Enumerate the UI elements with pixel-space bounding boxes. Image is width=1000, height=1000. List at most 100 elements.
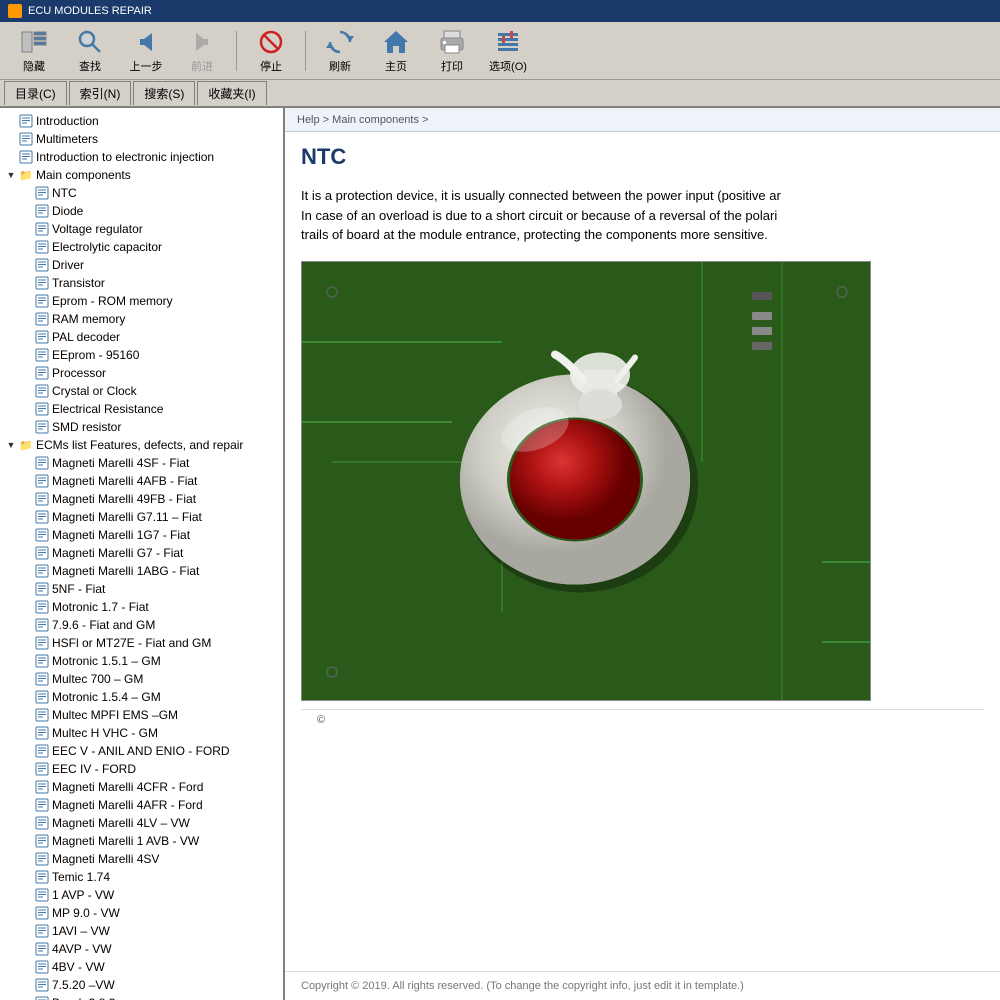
- tree-item-mm-1avb-vw[interactable]: Magneti Marelli 1 AVB - VW: [0, 832, 283, 850]
- doc-icon-pal-decoder: [34, 330, 50, 344]
- tree-label-voltage-regulator: Voltage regulator: [52, 222, 143, 236]
- tree-item-7520-vw[interactable]: 7.5.20 –VW: [0, 976, 283, 994]
- tree-label-electrical-resistance: Electrical Resistance: [52, 402, 163, 416]
- doc-icon-mm-1avb-vw: [34, 834, 50, 848]
- tree-item-bosch-383[interactable]: Bosch 3.8.3: [0, 994, 283, 1000]
- tree-item-intro-electronic[interactable]: Introduction to electronic injection: [0, 148, 283, 166]
- tree-item-temic-174[interactable]: Temic 1.74: [0, 868, 283, 886]
- forward-button[interactable]: 前进: [176, 26, 228, 76]
- doc-icon-4avp-vw: [34, 942, 50, 956]
- ntc-image: [301, 261, 871, 701]
- tree-item-electrolytic-capacitor[interactable]: Electrolytic capacitor: [0, 238, 283, 256]
- tab-bookmarks[interactable]: 收藏夹(I): [197, 81, 266, 105]
- tree-item-electrical-resistance[interactable]: Electrical Resistance: [0, 400, 283, 418]
- hide-icon: [20, 28, 48, 56]
- refresh-button[interactable]: 刷新: [314, 26, 366, 76]
- tree-item-diode[interactable]: Diode: [0, 202, 283, 220]
- tree-item-ntc[interactable]: NTC: [0, 184, 283, 202]
- tab-toc[interactable]: 目录(C): [4, 81, 67, 105]
- doc-icon-ntc: [34, 186, 50, 200]
- tree-item-multec-mpfi-gm[interactable]: Multec MPFI EMS –GM: [0, 706, 283, 724]
- doc-icon-driver: [34, 258, 50, 272]
- hide-button[interactable]: 隐藏: [8, 26, 60, 76]
- tab-search-label: 搜索(S): [144, 85, 184, 102]
- tab-index[interactable]: 索引(N): [69, 81, 132, 105]
- doc-icon-mm-4lv-vw: [34, 816, 50, 830]
- tree-item-1avi-vw[interactable]: 1AVI – VW: [0, 922, 283, 940]
- tree-label-796-fiat-gm: 7.9.6 - Fiat and GM: [52, 618, 155, 632]
- tree-item-796-fiat-gm[interactable]: 7.9.6 - Fiat and GM: [0, 616, 283, 634]
- tree-item-mm-4afb-fiat[interactable]: Magneti Marelli 4AFB - Fiat: [0, 472, 283, 490]
- tree-item-ram-memory[interactable]: RAM memory: [0, 310, 283, 328]
- find-button[interactable]: 查找: [64, 26, 116, 76]
- tree-item-motronic-154-gm[interactable]: Motronic 1.5.4 – GM: [0, 688, 283, 706]
- doc-icon-transistor: [34, 276, 50, 290]
- tree-item-main-components[interactable]: ▼📁Main components: [0, 166, 283, 184]
- tree-item-multimeters[interactable]: Multimeters: [0, 130, 283, 148]
- tree-item-smd-resistor[interactable]: SMD resistor: [0, 418, 283, 436]
- left-panel: Introduction Multimeters Introduction to…: [0, 108, 285, 1000]
- tree-item-5nf-fiat[interactable]: 5NF - Fiat: [0, 580, 283, 598]
- tree-item-mm-4sv[interactable]: Magneti Marelli 4SV: [0, 850, 283, 868]
- tree-label-main-components: Main components: [36, 168, 131, 182]
- expander-main-components[interactable]: ▼: [4, 168, 18, 182]
- tree-item-motronic-151-gm[interactable]: Motronic 1.5.1 – GM: [0, 652, 283, 670]
- toolbar: 隐藏 查找 上一步 前进: [0, 22, 1000, 80]
- tree-item-mm-4cfr-ford[interactable]: Magneti Marelli 4CFR - Ford: [0, 778, 283, 796]
- tree-container[interactable]: Introduction Multimeters Introduction to…: [0, 108, 283, 1000]
- page-title: NTC: [301, 144, 984, 174]
- tree-item-multec-700-gm[interactable]: Multec 700 – GM: [0, 670, 283, 688]
- tree-item-mm-1abg-fiat[interactable]: Magneti Marelli 1ABG - Fiat: [0, 562, 283, 580]
- tree-item-eec-iv-ford[interactable]: EEC IV - FORD: [0, 760, 283, 778]
- tree-label-mm-4lv-vw: Magneti Marelli 4LV – VW: [52, 816, 190, 830]
- tree-item-mm-4sf-fiat[interactable]: Magneti Marelli 4SF - Fiat: [0, 454, 283, 472]
- tree-label-mm-g7-fiat: Magneti Marelli G7 - Fiat: [52, 546, 183, 560]
- tree-item-driver[interactable]: Driver: [0, 256, 283, 274]
- tree-item-4avp-vw[interactable]: 4AVP - VW: [0, 940, 283, 958]
- tree-label-4bv-vw: 4BV - VW: [52, 960, 105, 974]
- tree-label-ram-memory: RAM memory: [52, 312, 125, 326]
- tree-item-transistor[interactable]: Transistor: [0, 274, 283, 292]
- tree-item-mm-4afr-ford[interactable]: Magneti Marelli 4AFR - Ford: [0, 796, 283, 814]
- doc-icon-multimeters: [18, 132, 34, 146]
- tree-item-1avp-vw[interactable]: 1 AVP - VW: [0, 886, 283, 904]
- tree-item-pal-decoder[interactable]: PAL decoder: [0, 328, 283, 346]
- tree-item-mp-90-vw[interactable]: MP 9.0 - VW: [0, 904, 283, 922]
- tree-item-eec-v-ford[interactable]: EEC V - ANIL AND ENIO - FORD: [0, 742, 283, 760]
- stop-button[interactable]: 停止: [245, 26, 297, 76]
- tree-item-motronic-17[interactable]: Motronic 1.7 - Fiat: [0, 598, 283, 616]
- back-button[interactable]: 上一步: [120, 26, 172, 76]
- tree-item-multec-h-vhc-gm[interactable]: Multec H VHC - GM: [0, 724, 283, 742]
- tree-item-mm-4lv-vw[interactable]: Magneti Marelli 4LV – VW: [0, 814, 283, 832]
- tree-item-hsfi-mt27e[interactable]: HSFl or MT27E - Fiat and GM: [0, 634, 283, 652]
- tree-label-eeprom: EEprom - 95160: [52, 348, 139, 362]
- footer: Copyright © 2019. All rights reserved. (…: [285, 971, 1000, 1000]
- tree-item-eprom[interactable]: Eprom - ROM memory: [0, 292, 283, 310]
- footer-text: Copyright © 2019. All rights reserved. (…: [301, 980, 744, 992]
- options-button[interactable]: 选项(O): [482, 26, 534, 76]
- tree-item-mm-49fb-fiat[interactable]: Magneti Marelli 49FB - Fiat: [0, 490, 283, 508]
- print-button[interactable]: 打印: [426, 26, 478, 76]
- doc-icon-motronic-17: [34, 600, 50, 614]
- stop-icon: [257, 28, 285, 56]
- hide-label: 隐藏: [23, 58, 45, 74]
- doc-icon-mm-49fb-fiat: [34, 492, 50, 506]
- content-area: NTC It is a protection device, it is usu…: [285, 132, 1000, 971]
- tree-label-mm-1g7-fiat: Magneti Marelli 1G7 - Fiat: [52, 528, 190, 542]
- tree-item-mm-g711-fiat[interactable]: Magneti Marelli G7.11 – Fiat: [0, 508, 283, 526]
- content-description: It is a protection device, it is usually…: [301, 186, 984, 245]
- doc-icon-4bv-vw: [34, 960, 50, 974]
- tree-item-crystal-clock[interactable]: Crystal or Clock: [0, 382, 283, 400]
- tree-item-eeprom[interactable]: EEprom - 95160: [0, 346, 283, 364]
- tree-item-voltage-regulator[interactable]: Voltage regulator: [0, 220, 283, 238]
- home-button[interactable]: 主页: [370, 26, 422, 76]
- tree-item-ecms-list[interactable]: ▼📁ECMs list Features, defects, and repai…: [0, 436, 283, 454]
- tree-item-4bv-vw[interactable]: 4BV - VW: [0, 958, 283, 976]
- tab-search[interactable]: 搜索(S): [133, 81, 195, 105]
- tree-item-introduction[interactable]: Introduction: [0, 112, 283, 130]
- tree-item-mm-g7-fiat[interactable]: Magneti Marelli G7 - Fiat: [0, 544, 283, 562]
- tree-item-processor[interactable]: Processor: [0, 364, 283, 382]
- expander-ecms-list[interactable]: ▼: [4, 438, 18, 452]
- tree-item-mm-1g7-fiat[interactable]: Magneti Marelli 1G7 - Fiat: [0, 526, 283, 544]
- tree-label-bosch-383: Bosch 3.8.3: [52, 996, 115, 1000]
